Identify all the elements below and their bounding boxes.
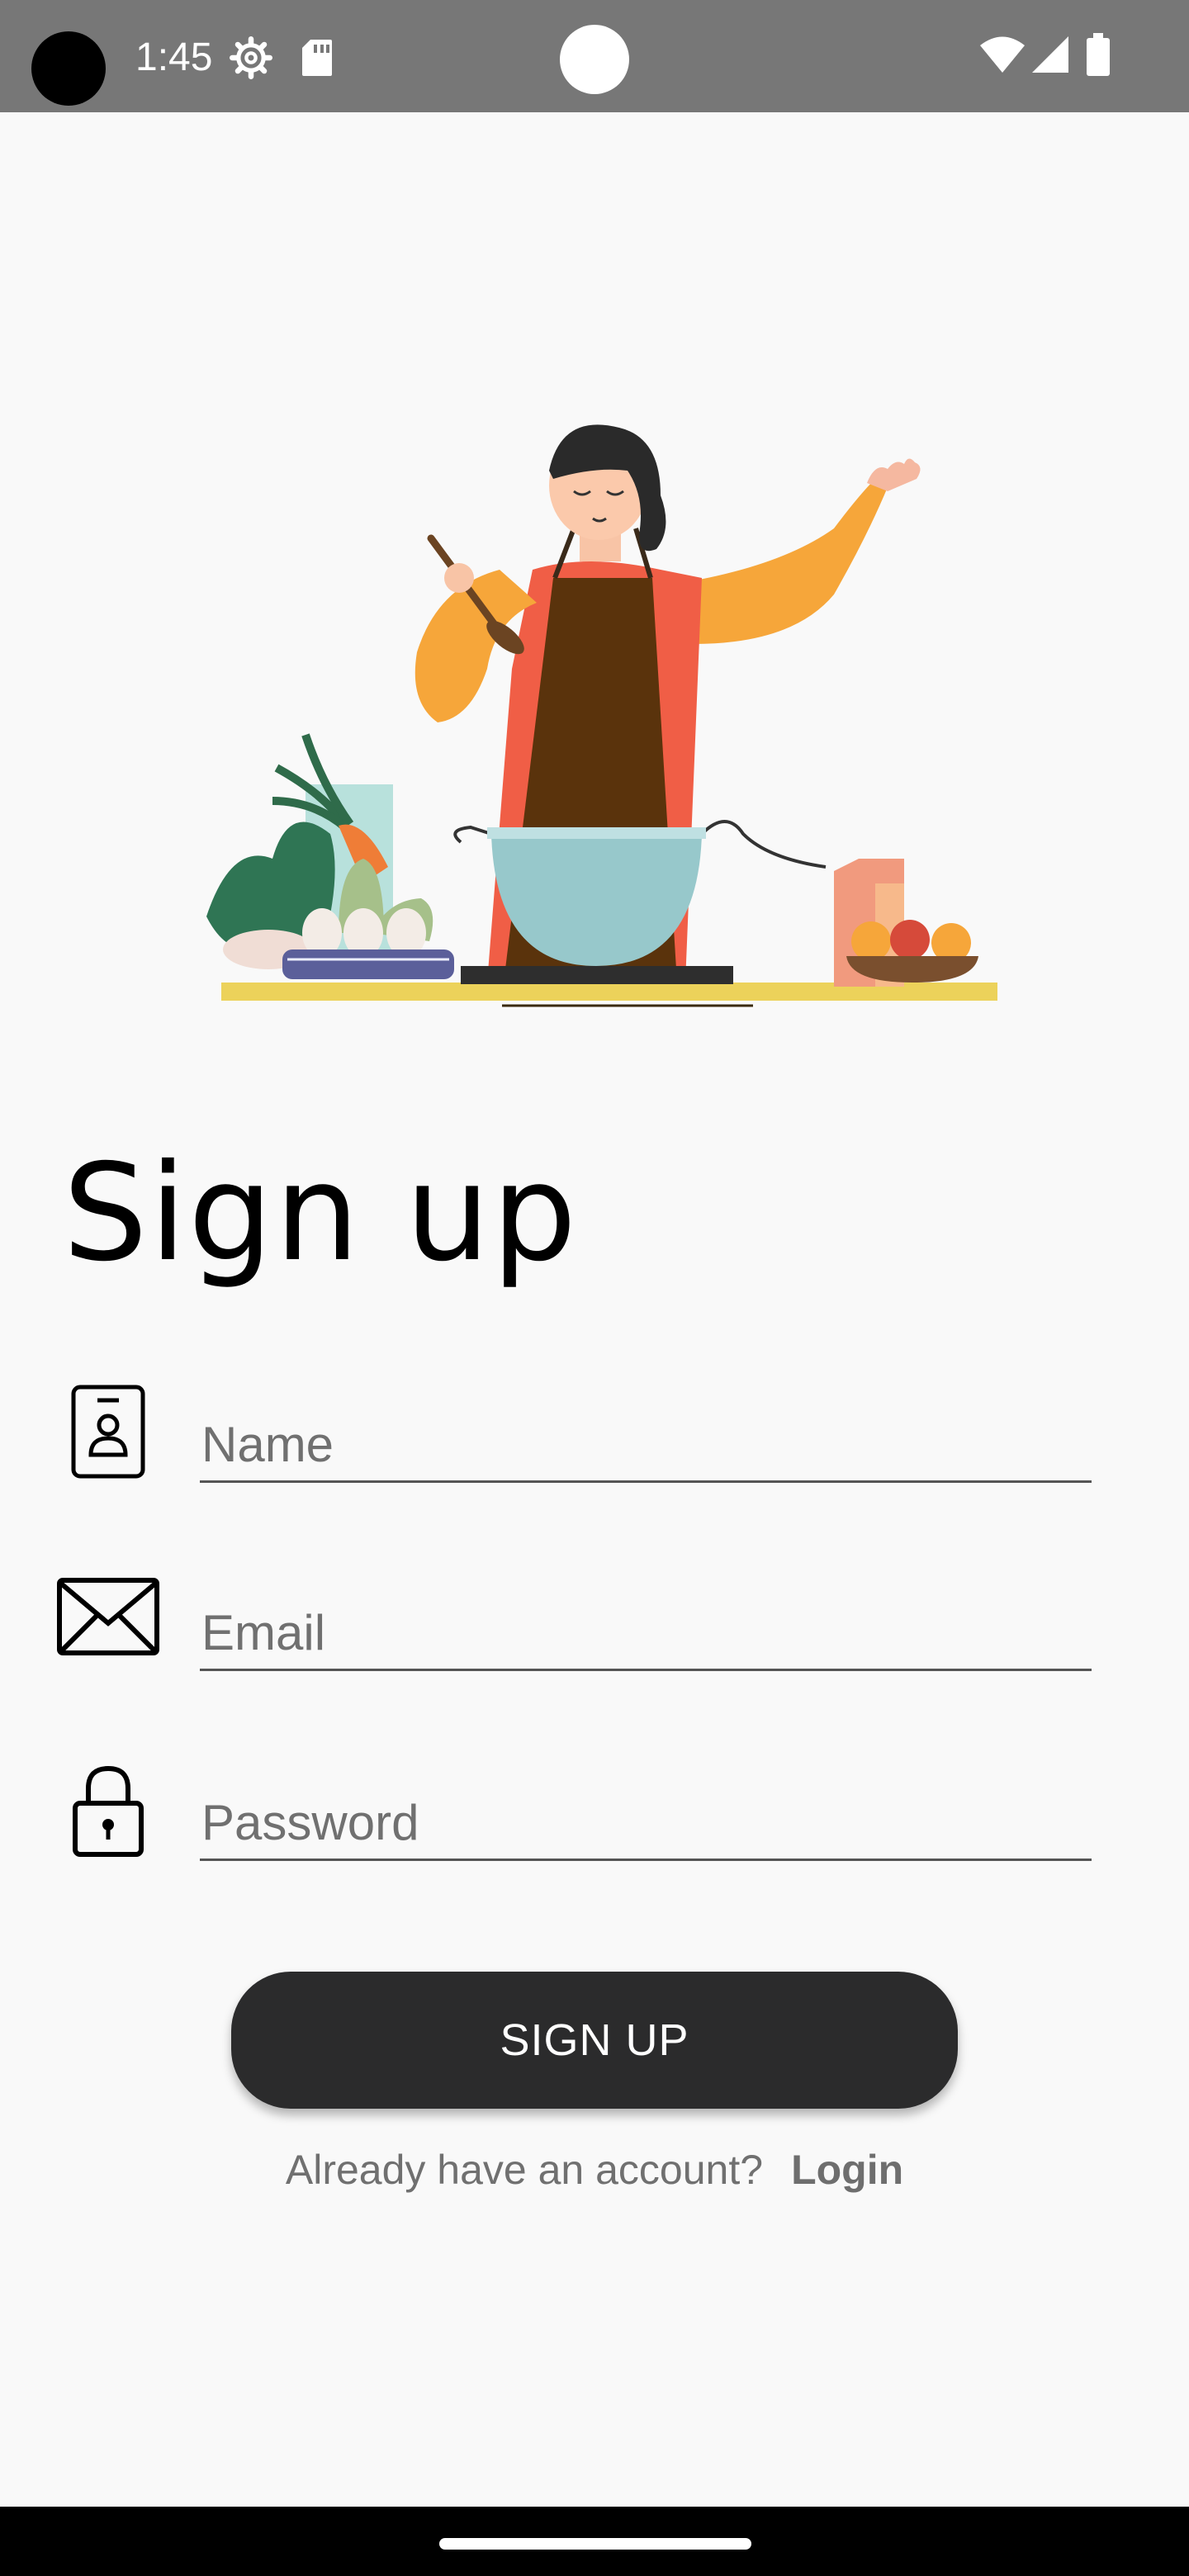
password-field[interactable] [200, 1787, 1092, 1861]
name-field[interactable] [200, 1409, 1092, 1483]
navigation-bar [0, 2507, 1189, 2576]
status-bar: 1:45 [0, 0, 1189, 112]
id-badge-icon [71, 1385, 145, 1479]
name-field-row [0, 1371, 1189, 1486]
email-field[interactable] [200, 1597, 1092, 1671]
login-link[interactable]: Login [791, 2147, 903, 2193]
password-field-row [0, 1749, 1189, 1864]
cell-signal-icon [1032, 36, 1068, 73]
login-question-text: Already have an account? [285, 2147, 764, 2193]
settings-gear-icon [230, 36, 272, 79]
email-field-row [0, 1559, 1189, 1674]
wifi-icon [980, 36, 1025, 73]
lock-icon [73, 1765, 144, 1857]
chef-cooking-illustration [206, 424, 997, 1007]
sd-card-icon [302, 40, 332, 76]
sign-up-button[interactable]: SIGN UP [231, 1972, 958, 2109]
envelope-icon [57, 1578, 159, 1655]
camera-notch [560, 25, 629, 94]
login-prompt: Already have an account? Login [0, 2137, 1189, 2203]
camera-cutout [31, 31, 106, 106]
status-time: 1:45 [135, 36, 213, 79]
page-title: Sign up [63, 1136, 579, 1291]
home-gesture-handle[interactable] [439, 2538, 751, 2550]
battery-icon [1087, 33, 1110, 76]
